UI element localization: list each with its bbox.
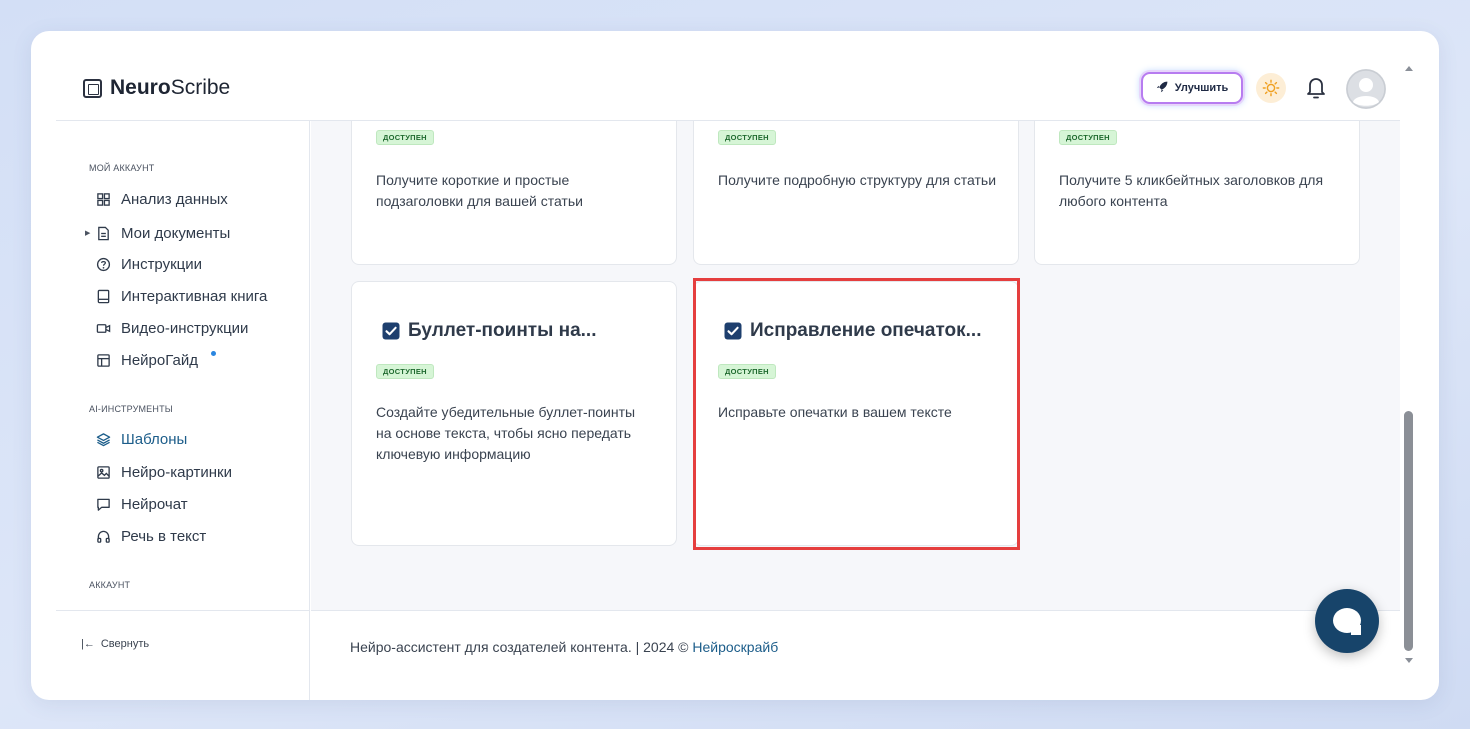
sun-icon [1262,79,1280,97]
status-badge: доступен [718,130,776,145]
template-card[interactable]: доступен Получите 5 кликбейтных заголовк… [1034,121,1360,265]
section-title-account-settings: АККАУНТ [89,580,131,590]
status-badge: доступен [1059,130,1117,145]
logo[interactable]: NeuroScribe [83,76,230,100]
card-title: Буллет-поинты на... [408,320,597,341]
section-title-ai-tools: AI-ИНСТРУМЕНТЫ [89,404,173,414]
card-title-row: Буллет-поинты на... [382,320,597,342]
sidebar-item-my-documents[interactable]: ▶ Мои документы [85,225,231,242]
sidebar-item-label: Интерактивная книга [121,288,268,305]
scroll-up-arrow-icon[interactable] [1405,66,1413,71]
footer-link[interactable]: Нейроскрайб [692,639,778,655]
checkbox-icon [382,322,400,340]
sidebar-item-label: Речь в текст [121,528,207,545]
chat-icon [97,498,110,511]
sidebar-item-instructions[interactable]: Инструкции [96,256,202,273]
card-description: Получите 5 кликбейтных заголовков для лю… [1059,172,1324,209]
status-badge: доступен [376,130,434,145]
card-description: Создайте убедительные буллет-поинты на о… [376,404,636,462]
sidebar-item-label: НейроГайд [121,352,198,369]
upgrade-label: Улучшить [1174,82,1229,94]
sidebar-item-label: Мои документы [121,225,231,242]
upgrade-button[interactable]: Улучшить [1141,72,1243,104]
caret-right-icon[interactable]: ▶ [85,229,90,237]
scroll-down-arrow-icon[interactable] [1405,658,1413,663]
sidebar-item-speech-to-text[interactable]: Речь в текст [96,528,206,545]
collapse-label: Свернуть [100,638,150,650]
card-description: Получите короткие и простые подзаголовки… [376,172,583,209]
video-icon [96,324,111,333]
footer-text: Нейро-ассистент для создателей контента.… [350,639,778,655]
headphones-icon [97,530,110,543]
sidebar-footer: |← Свернуть [56,610,310,700]
layers-icon [96,433,111,447]
sidebar-item-label: Шаблоны [121,431,188,448]
user-icon [1346,69,1386,109]
template-card-bullet-points[interactable]: Буллет-поинты на... доступен Создайте уб… [351,281,677,546]
sidebar: МОЙ АККАУНТ Анализ данных ▶ Мои документ… [56,121,310,700]
collapse-button[interactable]: |← Свернуть [81,638,149,650]
help-icon [96,257,111,272]
logo-icon [83,78,102,98]
card-description: Получите подробную структуру для статьи [718,172,997,188]
sidebar-item-video-instructions[interactable]: Видео-инструкции [96,320,248,337]
scrollbar-thumb[interactable] [1404,411,1413,651]
top-header: NeuroScribe Улучшить [56,31,1400,121]
sidebar-item-templates[interactable]: Шаблоны [96,431,187,448]
new-dot-indicator [211,351,216,356]
logo-text: NeuroScribe [110,76,231,99]
rocket-icon [1156,80,1169,96]
status-badge: доступен [376,364,434,379]
sidebar-item-label: Инструкции [121,256,203,273]
collapse-arrow-icon: |← [81,638,95,650]
document-icon [98,226,109,241]
vertical-scrollbar[interactable] [1400,61,1418,671]
sidebar-item-data-analysis[interactable]: Анализ данных [96,191,228,208]
chat-bubble-tail [1351,625,1361,635]
theme-toggle-button[interactable] [1256,73,1286,103]
sidebar-item-neuro-images[interactable]: Нейро-картинки [96,464,232,481]
guide-icon [97,354,110,367]
sidebar-item-label: Видео-инструкции [121,320,249,337]
main-content: доступен Получите короткие и простые под… [311,121,1400,700]
page-footer: Нейро-ассистент для создателей контента.… [311,610,1400,700]
sidebar-item-label: Нейро-картинки [121,464,232,481]
template-card[interactable]: доступен Получите короткие и простые под… [351,121,677,265]
chat-support-button[interactable] [1315,589,1379,653]
section-title-account: МОЙ АККАУНТ [89,163,155,173]
sidebar-item-label: Нейрочат [121,496,188,513]
bell-icon[interactable] [1305,75,1327,101]
avatar[interactable] [1346,69,1386,109]
book-icon [97,289,110,304]
template-card[interactable]: доступен Получите подробную структуру дл… [693,121,1019,265]
grid-icon [97,193,110,206]
highlight-box [693,278,1020,550]
sidebar-item-label: Анализ данных [121,191,228,208]
sidebar-item-interactive-book[interactable]: Интерактивная книга [96,288,267,305]
sidebar-item-neuroguide[interactable]: НейроГайд [96,351,216,369]
footer-copyright: Нейро-ассистент для создателей контента.… [350,639,693,655]
sidebar-item-neurochat[interactable]: Нейрочат [96,496,188,513]
app-window: NeuroScribe Улучшить МОЙ АККАУНТ Анализ … [31,31,1439,700]
image-icon [97,466,110,479]
